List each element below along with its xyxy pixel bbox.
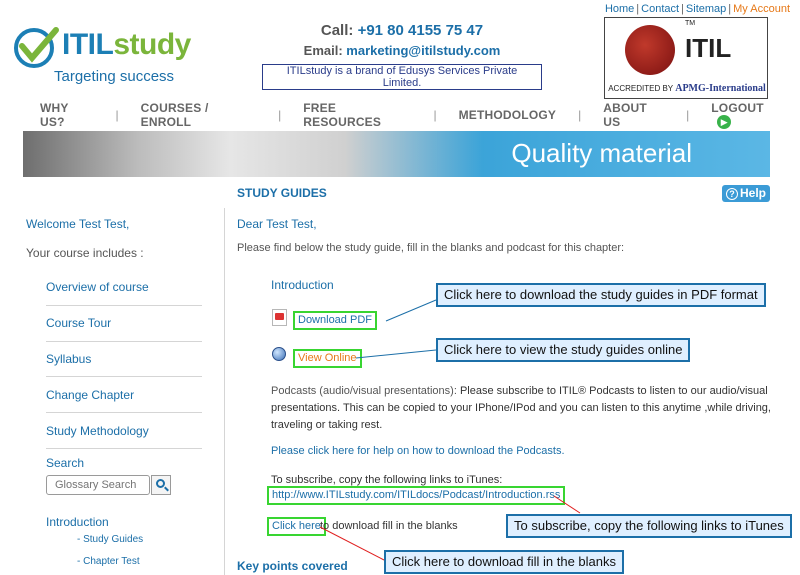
subscribe-label: To subscribe, copy the following links t… [271,474,503,486]
callout-fill: Click here to download fill in the blank… [384,550,625,574]
itilstudy-logo[interactable]: ITILstudy Targeting success [12,24,202,86]
callout-itunes: To subscribe, copy the following links t… [506,514,792,538]
contact-link[interactable]: Contact [641,3,679,15]
logo-tagline: Targeting success [54,68,175,85]
welcome-text: Welcome Test Test, [26,217,130,231]
phone-number[interactable]: +91 80 4155 75 47 [358,22,484,39]
click-here-link[interactable]: Click here [269,519,324,534]
chapter-title: Introduction [271,278,334,292]
question-icon: ? [725,188,738,200]
click-here-highlight: Click here [267,517,326,536]
greeting: Dear Test Test, [237,217,317,231]
sidebar-item-study-guides[interactable]: - Study Guides [77,534,143,545]
page-title: STUDY GUIDES [237,186,327,200]
sidebar-links: Overview of course Course Tour Syllabus … [46,270,202,449]
glossary-search-input[interactable] [46,475,150,495]
logo-wordmark: ITILstudy [62,28,191,61]
sidebar-chapter[interactable]: Introduction [46,515,109,529]
itil-accredited: ACCREDITED BY APMG-International [608,83,766,94]
podcast-help-link[interactable]: Please click here for help on how to dow… [271,445,565,457]
rss-link-highlight: http://www.ITILstudy.com/ITILdocs/Podcas… [267,486,566,505]
callout-pdf: Click here to download the study guides … [436,283,766,307]
view-online-highlight: View Online [293,349,362,368]
sidebar-item-syllabus[interactable]: Syllabus [46,342,202,378]
globe-icon [272,347,286,361]
sitemap-link[interactable]: Sitemap [686,3,726,15]
itil-accreditation-badge: TM ITIL ACCREDITED BY APMG-International [604,17,768,99]
itil-tm: TM [685,20,696,27]
view-online-link[interactable]: View Online [295,351,360,366]
callout-online: Click here to view the study guides onli… [436,338,691,362]
email-link[interactable]: marketing@itilstudy.com [346,43,500,58]
search-label: Search [46,456,85,470]
help-button[interactable]: ? Help [722,185,770,202]
brand-note: ITILstudy is a brand of Edusys Services … [262,64,542,90]
top-links: Home | Contact | Sitemap | My Account [604,3,790,15]
contact-block: Call: +91 80 4155 75 47 Email: marketing… [262,22,542,90]
includes-text: Your course includes : [26,246,144,260]
fill-in-blanks-text: to download fill in the blanks [320,520,458,532]
rss-link[interactable]: http://www.ITILstudy.com/ITILdocs/Podcas… [269,488,563,503]
home-link[interactable]: Home [605,3,634,15]
nav-divider: | [433,108,437,122]
phone-line: Call: +91 80 4155 75 47 [320,22,484,39]
itil-word: ITIL [685,33,732,63]
email-line: Email: marketing@itilstudy.com [303,43,501,58]
sidebar-item-overview[interactable]: Overview of course [46,270,202,306]
play-arrow-icon: ▶ [717,115,732,130]
sidebar-item-change-chapter[interactable]: Change Chapter [46,377,202,414]
sidebar-item-chapter-test[interactable]: - Chapter Test [77,556,140,567]
pdf-icon [272,309,287,326]
podcasts-text: Podcasts (audio/visual presentations): P… [271,385,771,431]
sidebar: Welcome Test Test, Your course includes … [23,208,225,575]
intro-text: Please find below the study guide, fill … [237,242,625,254]
banner: Quality material [23,131,770,177]
nav-about-us[interactable]: ABOUT US [603,101,664,129]
nav-why-us[interactable]: WHY US? [40,101,94,129]
banner-title: Quality material [511,138,692,168]
nav-logout[interactable]: LOGOUT▶ [711,101,780,130]
nav-divider: | [578,108,582,122]
nav-divider: | [115,108,119,122]
sidebar-item-study-methodology[interactable]: Study Methodology [46,413,202,449]
banner-photo [23,131,483,177]
sidebar-item-course-tour[interactable]: Course Tour [46,306,202,342]
itil-swirl-icon [625,25,675,75]
download-pdf-link[interactable]: Download PDF [295,313,375,328]
nav-free-resources[interactable]: FREE RESOURCES [303,101,411,129]
my-account-link[interactable]: My Account [733,3,790,15]
nav-methodology[interactable]: METHODOLOGY [459,108,557,122]
download-pdf-highlight: Download PDF [293,311,377,330]
nav-courses[interactable]: COURSES / ENROLL [141,101,256,129]
logo-swoosh-icon [14,27,59,68]
nav-divider: | [278,108,282,122]
main-nav: WHY US? | COURSES / ENROLL | FREE RESOUR… [40,101,780,130]
search-button[interactable] [151,475,171,495]
nav-divider: | [686,108,690,122]
key-points-heading: Key points covered [237,559,348,573]
